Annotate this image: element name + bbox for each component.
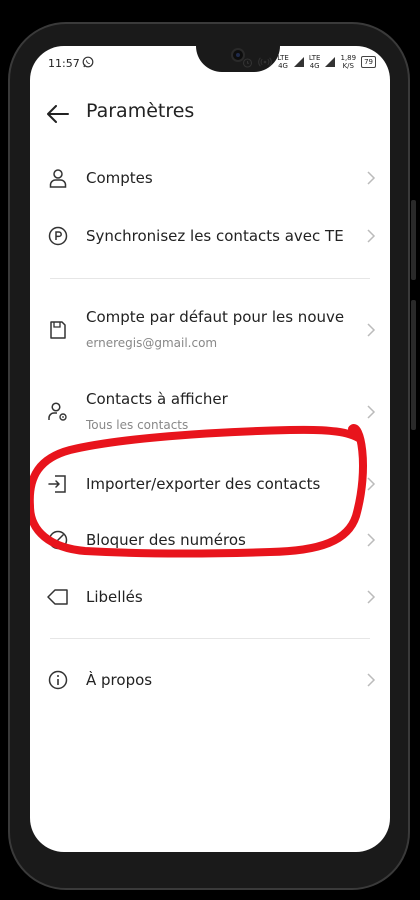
signal-icon — [325, 57, 336, 67]
volume-button — [411, 200, 416, 280]
network-indicator-2: LTE 4G — [308, 54, 321, 70]
header: Paramètres — [30, 96, 390, 146]
network-indicator-1: LTE 4G — [277, 54, 289, 70]
settings-item-sync[interactable]: Synchronisez les contacts avec TE — [30, 216, 390, 256]
alarm-icon — [243, 57, 253, 68]
sync-circle-icon — [46, 224, 70, 248]
settings-item-comptes[interactable]: Comptes — [30, 158, 390, 198]
settings-item-default-account[interactable]: Compte par défaut pour les nouve ernereg… — [30, 302, 390, 358]
page-title: Paramètres — [86, 100, 195, 122]
hotspot-icon — [258, 57, 272, 67]
settings-item-label: Contacts à afficher — [86, 390, 228, 408]
chevron-right-icon — [367, 477, 376, 491]
status-time: 11:57 — [48, 57, 80, 70]
person-icon — [46, 166, 70, 190]
status-right: LTE 4G LTE 4G 1,89 K/S 79 — [242, 54, 376, 70]
settings-item-contacts-to-display[interactable]: Contacts à afficher Tous les contacts — [30, 384, 390, 440]
settings-item-label: Importer/exporter des contacts — [86, 475, 321, 493]
settings-item-about[interactable]: À propos — [30, 660, 390, 700]
settings-item-label: Libellés — [86, 588, 143, 606]
settings-item-label: À propos — [86, 671, 153, 689]
divider — [50, 638, 370, 639]
chevron-right-icon — [367, 171, 376, 185]
data-speed: 1,89 K/S — [340, 54, 357, 70]
arrow-left-icon — [47, 105, 69, 123]
battery-icon: 79 — [361, 56, 376, 68]
chevron-right-icon — [367, 405, 376, 419]
chevron-right-icon — [367, 673, 376, 687]
divider — [50, 278, 370, 279]
settings-item-label: Compte par défaut pour les nouve — [86, 308, 345, 326]
settings-item-label: Comptes — [86, 169, 153, 187]
chevron-right-icon — [367, 229, 376, 243]
settings-item-labels[interactable]: Libellés — [30, 577, 390, 617]
whatsapp-icon — [82, 56, 94, 71]
save-icon — [46, 318, 70, 342]
signal-icon — [293, 57, 304, 67]
chevron-right-icon — [367, 533, 376, 547]
person-view-icon — [46, 400, 70, 424]
settings-item-sublabel: Tous les contacts — [86, 418, 189, 432]
back-button[interactable] — [44, 100, 72, 128]
settings-item-label: Bloquer des numéros — [86, 531, 246, 549]
screen: 11:57 LTE 4G LTE 4G 1,89 K/S 79 Paramètres … — [30, 46, 390, 852]
power-button — [411, 300, 416, 430]
chevron-right-icon — [367, 323, 376, 337]
settings-item-blocked-numbers[interactable]: Bloquer des numéros — [30, 520, 390, 560]
tag-icon — [46, 585, 70, 609]
block-icon — [46, 528, 70, 552]
info-icon — [46, 668, 70, 692]
import-icon — [46, 472, 70, 496]
settings-item-import-export[interactable]: Importer/exporter des contacts — [30, 464, 390, 504]
settings-item-label: Synchronisez les contacts avec TE — [86, 227, 344, 245]
status-bar: 11:57 LTE 4G LTE 4G 1,89 K/S 79 — [30, 46, 390, 82]
settings-item-sublabel: erneregis@gmail.com — [86, 336, 218, 350]
chevron-right-icon — [367, 590, 376, 604]
